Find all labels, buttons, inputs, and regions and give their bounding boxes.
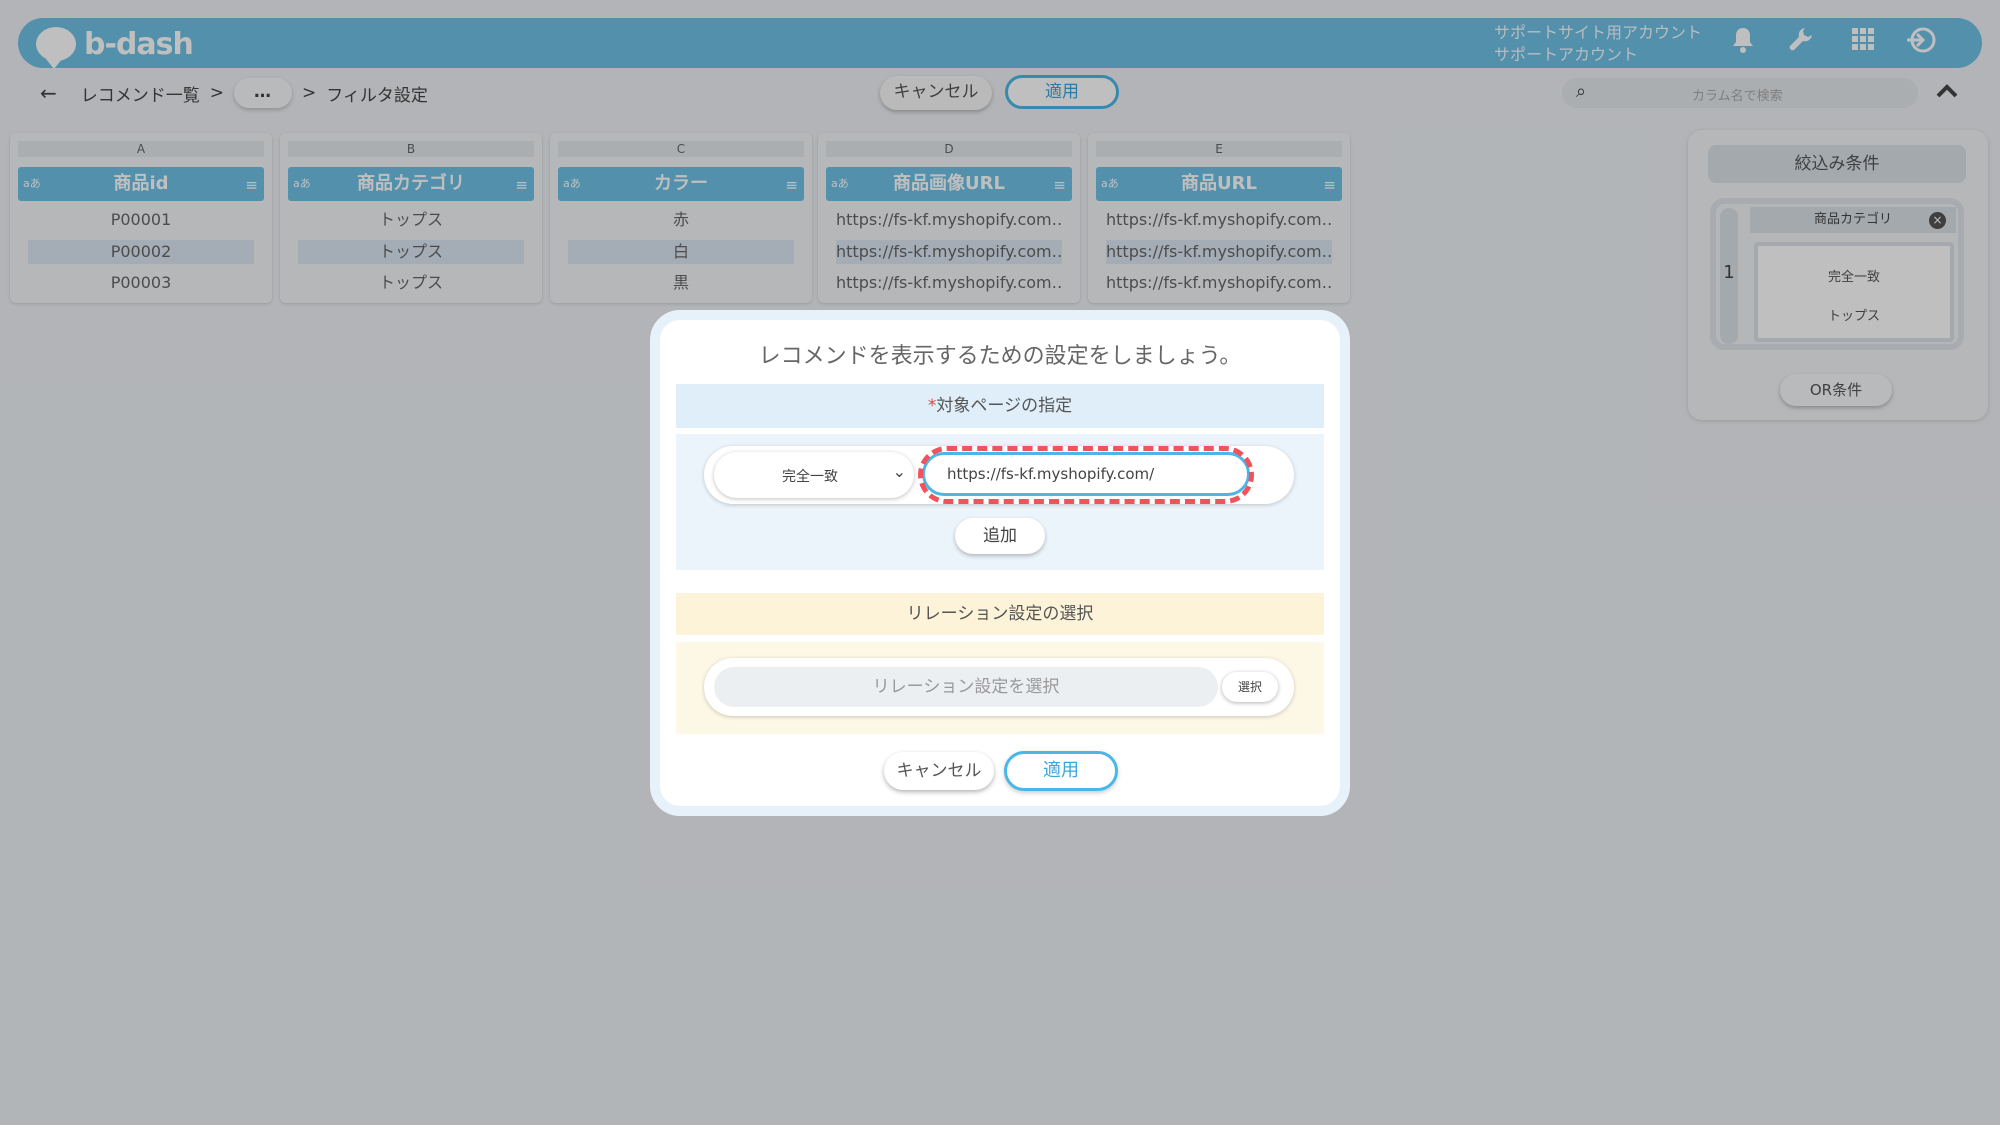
relation-input[interactable]: リレーション設定を選択 [714,667,1218,707]
section-title: 対象ページの指定 [936,396,1073,416]
modal-cancel-button[interactable]: キャンセル [884,752,994,790]
highlight-annotation [918,446,1254,504]
add-button[interactable]: 追加 [955,518,1045,554]
relation-section-header: リレーション設定の選択 [676,593,1324,635]
chevron-down-icon: ⌄ [892,462,906,481]
target-page-section-header: *対象ページの指定 [676,384,1324,428]
match-type-select[interactable]: 完全一致 ⌄ [714,452,914,498]
select-button[interactable]: 選択 [1222,672,1278,702]
modal-apply-button[interactable]: 適用 [1004,751,1118,791]
modal-title: レコメンドを表示するための設定をしましょう。 [758,344,1242,369]
match-type-value: 完全一致 [782,469,838,485]
